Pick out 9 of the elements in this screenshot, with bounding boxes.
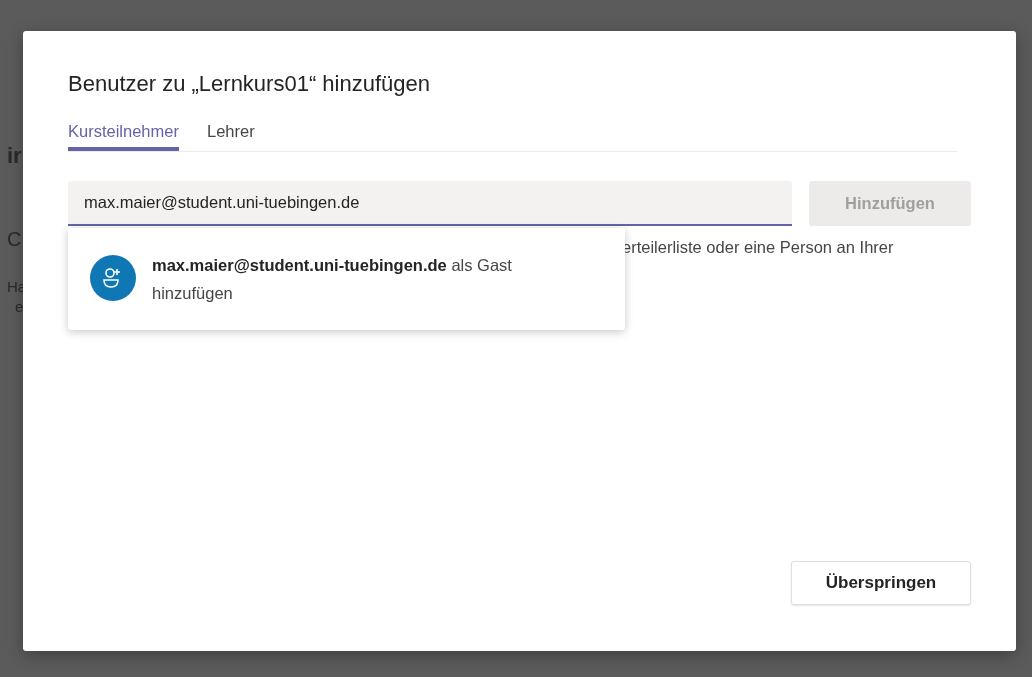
hint-text: erteilerliste oder eine Person an Ihrer <box>622 237 894 258</box>
skip-button[interactable]: Überspringen <box>791 561 971 605</box>
tab[interactable]: Lehrer <box>206 119 255 152</box>
add-guest-icon <box>90 255 136 301</box>
tab[interactable]: Kursteilnehmer <box>68 119 179 152</box>
suggestion-item[interactable]: max.maier@student.uni-tuebingen.de als Gast hinzufügen <box>68 228 625 330</box>
dialog-title: Benutzer zu „Lernkurs01“ hinzufügen <box>68 71 431 98</box>
suggestion-text: max.maier@student.uni-tuebingen.de als Gast hinzufügen <box>152 255 513 304</box>
email-input-field[interactable]: max.maier@student.uni-tuebingen.de <box>68 181 792 227</box>
